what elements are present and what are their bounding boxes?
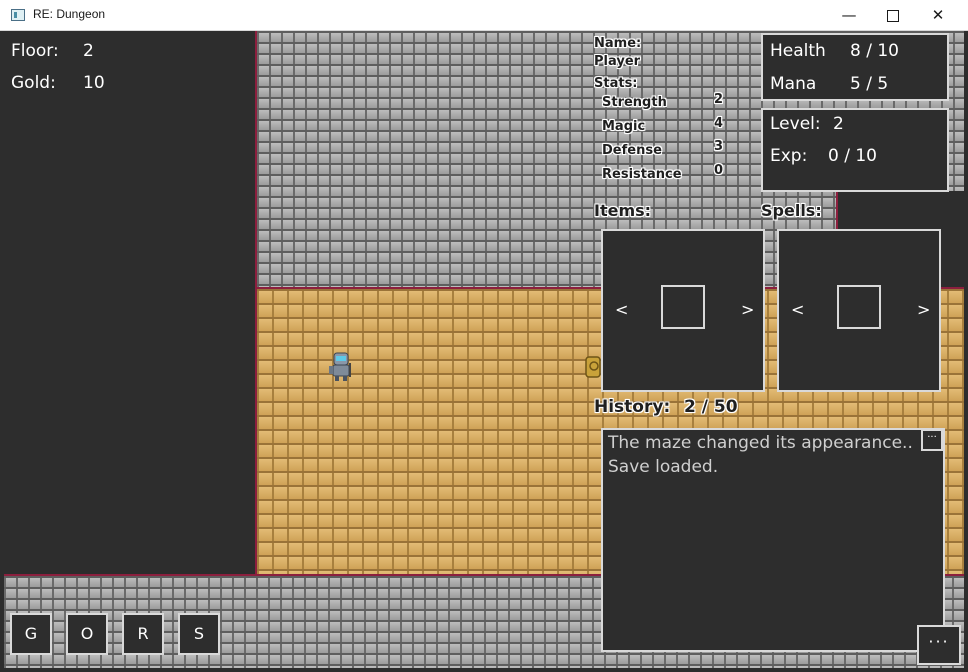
items-next-button[interactable]: > bbox=[741, 300, 754, 319]
chest-sprite bbox=[585, 356, 601, 378]
history-count: 2 / 50 bbox=[684, 397, 738, 417]
item-slot[interactable] bbox=[661, 285, 705, 329]
stat-resistance-value: 0 bbox=[714, 163, 724, 178]
app-icon bbox=[11, 9, 25, 21]
stat-magic-value: 4 bbox=[714, 116, 724, 131]
stat-magic-label: Magic bbox=[602, 119, 646, 134]
player-knight-sprite bbox=[329, 352, 351, 381]
gold-label: Gold: bbox=[11, 73, 56, 93]
history-line: Save loaded. bbox=[608, 457, 719, 477]
history-label: History: bbox=[594, 397, 671, 417]
stat-resistance-label: Resistance bbox=[602, 167, 682, 182]
mana-value: 5 / 5 bbox=[850, 74, 889, 94]
health-label: Health bbox=[770, 41, 826, 61]
menu-button[interactable]: ··· bbox=[917, 625, 961, 665]
name-label: Name: bbox=[594, 36, 642, 51]
level-label: Level: bbox=[770, 114, 821, 134]
floor-value: 2 bbox=[83, 41, 94, 61]
history-line: The maze changed its appearance.. bbox=[608, 433, 913, 453]
mana-label: Mana bbox=[770, 74, 817, 94]
stat-strength-value: 2 bbox=[714, 92, 724, 107]
items-panel: < > bbox=[601, 229, 765, 392]
unexplored-area-left bbox=[4, 31, 257, 574]
floor-label: Floor: bbox=[11, 41, 59, 61]
maximize-icon bbox=[887, 9, 899, 22]
window-title: RE: Dungeon bbox=[33, 7, 106, 21]
health-mana-panel: Health 8 / 10 Mana 5 / 5 bbox=[761, 33, 949, 101]
items-label: Items: bbox=[594, 201, 652, 220]
stat-defense-label: Defense bbox=[602, 143, 662, 158]
action-button-r[interactable]: R bbox=[122, 613, 164, 655]
stat-strength-label: Strength bbox=[602, 95, 667, 110]
game-viewport: Floor: 2 Gold: 10 Name: Player Stats: St… bbox=[4, 31, 964, 668]
spells-panel: < > bbox=[777, 229, 941, 392]
history-log-text: The maze changed its appearance.. Save l… bbox=[608, 431, 913, 479]
spells-prev-button[interactable]: < bbox=[791, 300, 804, 319]
exp-label: Exp: bbox=[770, 146, 808, 166]
health-value: 8 / 10 bbox=[850, 41, 899, 61]
history-more-button[interactable]: ··· bbox=[921, 429, 943, 451]
stat-defense-value: 3 bbox=[714, 139, 724, 154]
stats-label: Stats: bbox=[594, 76, 638, 91]
exp-value: 0 / 10 bbox=[828, 146, 877, 166]
action-button-g[interactable]: G bbox=[10, 613, 52, 655]
gold-value: 10 bbox=[83, 73, 105, 93]
spells-next-button[interactable]: > bbox=[917, 300, 930, 319]
items-prev-button[interactable]: < bbox=[615, 300, 628, 319]
spells-label: Spells: bbox=[761, 201, 822, 220]
minimize-button[interactable]: — bbox=[826, 0, 872, 31]
level-value: 2 bbox=[833, 114, 844, 134]
action-button-s[interactable]: S bbox=[178, 613, 220, 655]
close-button[interactable]: ✕ bbox=[915, 0, 961, 31]
window-titlebar: RE: Dungeon — ✕ bbox=[0, 0, 968, 31]
level-exp-panel: Level: 2 Exp: 0 / 10 bbox=[761, 108, 949, 192]
maximize-button[interactable] bbox=[870, 0, 916, 31]
name-value: Player bbox=[594, 54, 641, 69]
action-button-o[interactable]: O bbox=[66, 613, 108, 655]
spell-slot[interactable] bbox=[837, 285, 881, 329]
